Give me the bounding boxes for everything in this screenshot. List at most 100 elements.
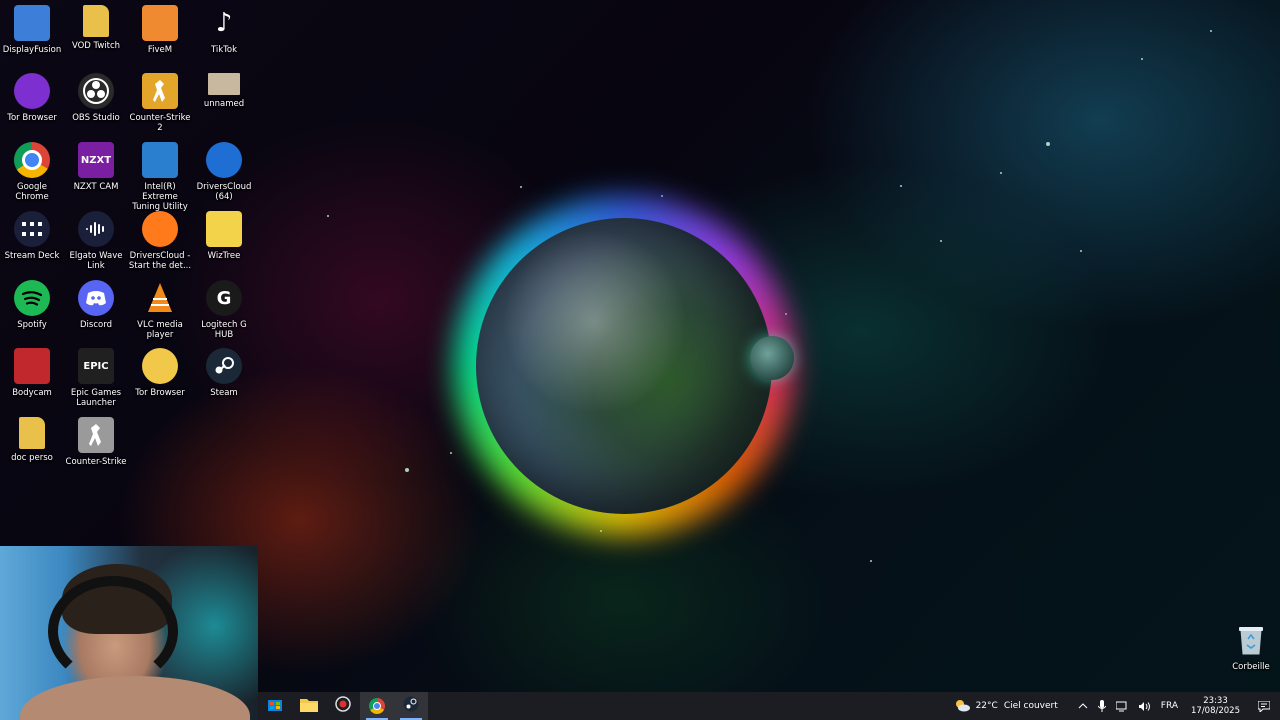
tor-browser-icon bbox=[14, 73, 50, 109]
taskbar-pinned-apps bbox=[258, 692, 428, 720]
recycle-bin[interactable]: Corbeille bbox=[1218, 622, 1280, 672]
desktop-icon-label: WizTree bbox=[207, 251, 241, 261]
desktop-icon-obs-studio[interactable]: OBS Studio bbox=[63, 73, 129, 123]
folder-icon bbox=[83, 5, 109, 37]
desktop-icon-counter-strike-2[interactable]: Counter-Strike 2 bbox=[127, 73, 193, 133]
desktop-icon-spotify[interactable]: Spotify bbox=[0, 280, 65, 330]
tor-browser-icon bbox=[142, 348, 178, 384]
show-hidden-icons-chevron-icon[interactable] bbox=[1073, 692, 1093, 720]
system-tray: 22°C Ciel couvert FRA 23:33 17/08/2025 bbox=[948, 692, 1280, 720]
bodycam-icon bbox=[14, 348, 50, 384]
moon bbox=[750, 336, 794, 380]
obs-icon bbox=[78, 73, 114, 109]
epic-games-icon: EPIC bbox=[78, 348, 114, 384]
desktop-icon-label: Stream Deck bbox=[4, 251, 60, 261]
recycle-bin-icon bbox=[1233, 622, 1269, 658]
desktop-icon-counter-strike[interactable]: Counter-Strike bbox=[63, 417, 129, 467]
folder-icon bbox=[19, 417, 45, 449]
desktop-icon-label: Intel(R) Extreme Tuning Utility bbox=[132, 182, 188, 212]
desktop-icon-tor-browser[interactable]: Tor Browser bbox=[127, 348, 193, 398]
desktop-icon-label: VLC media player bbox=[137, 320, 183, 340]
desktop-icon-google-chrome[interactable]: Google Chrome bbox=[0, 142, 65, 202]
recording-app-button[interactable] bbox=[326, 692, 360, 720]
counter-strike-icon bbox=[78, 417, 114, 453]
desktop-icon-label: Elgato Wave Link bbox=[69, 251, 123, 271]
logitech-ghub-icon: G bbox=[206, 280, 242, 316]
input-language[interactable]: FRA bbox=[1156, 692, 1183, 720]
recycle-bin-label: Corbeille bbox=[1232, 662, 1270, 672]
network-icon[interactable] bbox=[1111, 692, 1133, 720]
desktop-icon-steam[interactable]: Steam bbox=[191, 348, 257, 398]
desktop-icon-label: Bodycam bbox=[12, 388, 52, 398]
desktop-icon-label: DriversCloud (64) bbox=[196, 182, 252, 202]
desktop-icon-epic-games-launcher[interactable]: EPIC Epic Games Launcher bbox=[63, 348, 129, 408]
headset bbox=[48, 576, 178, 686]
microphone-icon[interactable] bbox=[1093, 692, 1111, 720]
desktop-icon-label: Logitech G HUB bbox=[201, 320, 247, 340]
chrome-taskbar-button[interactable] bbox=[360, 692, 394, 720]
desktop-icon-wiztree[interactable]: WizTree bbox=[191, 211, 257, 261]
firefox-icon bbox=[142, 211, 178, 247]
steam-taskbar-button[interactable] bbox=[394, 692, 428, 720]
weather-widget[interactable]: 22°C Ciel couvert bbox=[948, 692, 1063, 720]
desktop-icon-driverscloud-64[interactable]: DriversCloud (64) bbox=[191, 142, 257, 202]
intel-xtu-icon bbox=[142, 142, 178, 178]
wave-link-icon bbox=[78, 211, 114, 247]
desktop-icon-stream-deck[interactable]: Stream Deck bbox=[0, 211, 65, 261]
desktop-icon-logitech-g-hub[interactable]: G Logitech G HUB bbox=[191, 280, 257, 340]
chrome-icon bbox=[369, 698, 385, 714]
record-icon bbox=[335, 696, 351, 716]
nzxt-cam-icon: NZXT bbox=[78, 142, 114, 178]
earth-planet bbox=[476, 218, 772, 514]
desktop-icon-tor-browser[interactable]: Tor Browser bbox=[0, 73, 65, 123]
desktop-icon-label: Counter-Strike 2 bbox=[129, 113, 191, 133]
start-store-button[interactable] bbox=[258, 692, 292, 720]
desktop-icon-bodycam[interactable]: Bodycam bbox=[0, 348, 65, 398]
notification-center-icon[interactable] bbox=[1248, 692, 1280, 720]
partly-cloudy-icon bbox=[953, 698, 971, 715]
desktop-icon-nzxt-cam[interactable]: NZXT NZXT CAM bbox=[63, 142, 129, 192]
volume-icon[interactable] bbox=[1133, 692, 1156, 720]
wiztree-icon bbox=[206, 211, 242, 247]
steam-icon bbox=[206, 348, 242, 384]
desktop-icon-elgato-wave-link[interactable]: Elgato Wave Link bbox=[63, 211, 129, 271]
desktop-icon-label: Discord bbox=[80, 320, 112, 330]
desktop-icon-vod-twitch[interactable]: VOD Twitch bbox=[63, 5, 129, 51]
weather-temperature: 22°C bbox=[975, 701, 998, 711]
chrome-icon bbox=[14, 142, 50, 178]
image-thumbnail-icon bbox=[208, 73, 240, 95]
desktop-icon-label: VOD Twitch bbox=[71, 41, 121, 51]
vlc-icon bbox=[142, 280, 178, 316]
desktop-icon-label: Steam bbox=[210, 388, 238, 398]
tiktok-icon: ♪ bbox=[215, 8, 233, 38]
stream-deck-icon bbox=[14, 211, 50, 247]
clock[interactable]: 23:33 17/08/2025 bbox=[1183, 696, 1248, 716]
desktop-icon-vlc-media-player[interactable]: VLC media player bbox=[127, 280, 193, 340]
desktop-icon-label: TikTok bbox=[210, 45, 238, 55]
desktop-icon-tiktok[interactable]: ♪ TikTok bbox=[191, 5, 257, 55]
desktop-icon-label: unnamed bbox=[203, 99, 245, 109]
desktop-icon-driverscloud-start-the-det[interactable]: DriversCloud - Start the det... bbox=[127, 211, 193, 271]
desktop-icon-label: DriversCloud - Start the det... bbox=[128, 251, 192, 271]
spotify-icon bbox=[14, 280, 50, 316]
desktop-icon-label: OBS Studio bbox=[72, 113, 120, 123]
clock-date: 17/08/2025 bbox=[1191, 706, 1240, 716]
file-explorer-button[interactable] bbox=[292, 692, 326, 720]
desktop-icon-label: DisplayFusion bbox=[2, 45, 62, 55]
desktop-icon-intel-r-extreme-tuning-utility[interactable]: Intel(R) Extreme Tuning Utility bbox=[127, 142, 193, 212]
desktop-icon-label: Counter-Strike bbox=[65, 457, 127, 467]
microsoft-store-icon bbox=[267, 696, 283, 716]
desktop-icon-displayfusion[interactable]: DisplayFusion bbox=[0, 5, 65, 55]
desktop-icon-label: Epic Games Launcher bbox=[70, 388, 122, 408]
driverscloud-icon bbox=[206, 142, 242, 178]
desktop-icon-fivem[interactable]: FiveM bbox=[127, 5, 193, 55]
fivem-icon bbox=[142, 5, 178, 41]
webcam-overlay bbox=[0, 546, 258, 720]
desktop-icon-doc-perso[interactable]: doc perso bbox=[0, 417, 65, 463]
file-explorer-icon bbox=[300, 697, 318, 716]
desktop-icon-label: Google Chrome bbox=[15, 182, 49, 202]
desktop-icon-unnamed[interactable]: unnamed bbox=[191, 73, 257, 109]
taskbar: 22°C Ciel couvert FRA 23:33 17/08/2025 bbox=[258, 692, 1280, 720]
desktop-icon-discord[interactable]: Discord bbox=[63, 280, 129, 330]
desktop-icon-label: Tor Browser bbox=[135, 388, 185, 398]
